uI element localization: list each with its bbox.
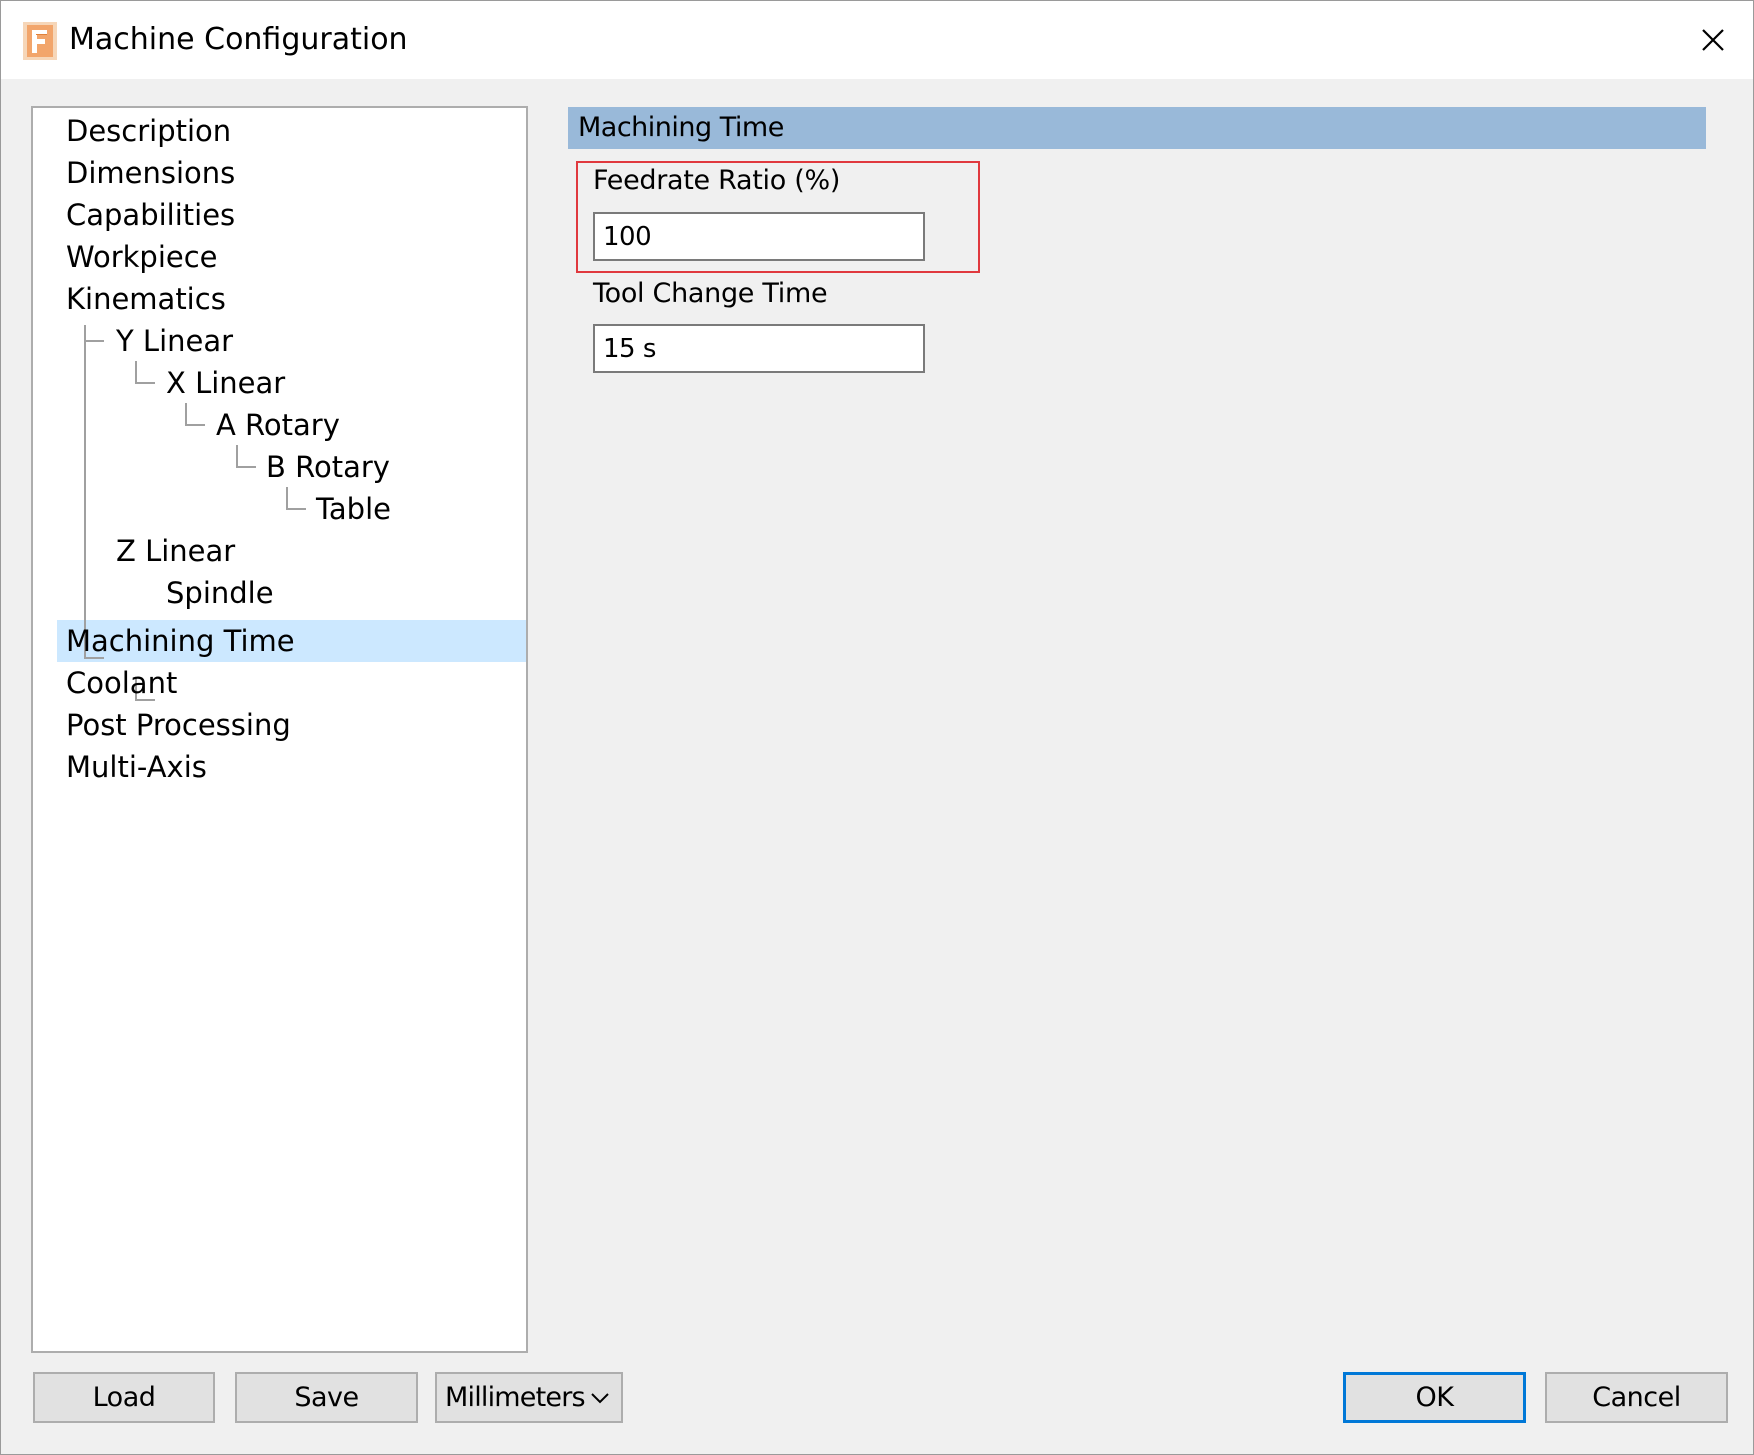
tree-item-machining-time[interactable]: Machining Time	[66, 620, 295, 662]
tree-item-capabilities[interactable]: Capabilities	[66, 194, 235, 236]
tree-item-kinematics[interactable]: Kinematics	[66, 278, 226, 320]
tree-item-x-linear[interactable]: X Linear	[166, 362, 285, 404]
tool-change-time-input[interactable]	[593, 324, 925, 373]
units-dropdown[interactable]: Millimeters	[435, 1372, 623, 1423]
tree-item-table[interactable]: Table	[316, 488, 391, 530]
tree-item-coolant[interactable]: Coolant	[66, 662, 177, 704]
tree-connector	[185, 424, 205, 426]
fusion-app-icon	[23, 22, 57, 60]
units-dropdown-value: Millimeters	[445, 1382, 586, 1413]
tree-connector	[84, 325, 86, 659]
window-title: Machine Configuration	[69, 22, 408, 57]
title-bar: Machine Configuration	[1, 1, 1753, 79]
close-button[interactable]	[1673, 1, 1753, 79]
tree-connector	[236, 466, 256, 468]
close-icon	[1702, 29, 1724, 51]
tree-connector	[185, 403, 187, 425]
tree-connector	[236, 445, 238, 467]
machine-configuration-dialog: Machine Configuration Description Dimens…	[0, 0, 1754, 1455]
chevron-down-icon	[591, 1393, 609, 1404]
tree-item-dimensions[interactable]: Dimensions	[66, 152, 235, 194]
feedrate-ratio-label: Feedrate Ratio (%)	[593, 165, 841, 196]
section-header-title: Machining Time	[578, 112, 784, 143]
configuration-tree: Description Dimensions Capabilities Work…	[31, 106, 528, 1353]
section-header: Machining Time	[568, 107, 1706, 149]
cancel-button[interactable]: Cancel	[1545, 1372, 1728, 1423]
tree-connector	[135, 361, 137, 383]
tree-item-b-rotary[interactable]: B Rotary	[266, 446, 390, 488]
tree-item-multi-axis[interactable]: Multi-Axis	[66, 746, 207, 788]
tool-change-time-label: Tool Change Time	[593, 278, 828, 309]
tree-connector	[135, 382, 155, 384]
tree-connector	[286, 487, 288, 509]
ok-button[interactable]: OK	[1343, 1372, 1526, 1423]
tree-item-a-rotary[interactable]: A Rotary	[216, 404, 340, 446]
feedrate-ratio-input[interactable]	[593, 212, 925, 261]
tree-item-y-linear[interactable]: Y Linear	[116, 320, 233, 362]
load-button[interactable]: Load	[33, 1372, 215, 1423]
save-button[interactable]: Save	[235, 1372, 418, 1423]
tree-item-spindle[interactable]: Spindle	[166, 572, 274, 614]
tree-connector	[286, 508, 306, 510]
tree-connector	[84, 340, 104, 342]
tree-item-z-linear[interactable]: Z Linear	[116, 530, 235, 572]
tree-item-post-processing[interactable]: Post Processing	[66, 704, 291, 746]
tree-item-workpiece[interactable]: Workpiece	[66, 236, 218, 278]
tree-item-description[interactable]: Description	[66, 110, 231, 152]
